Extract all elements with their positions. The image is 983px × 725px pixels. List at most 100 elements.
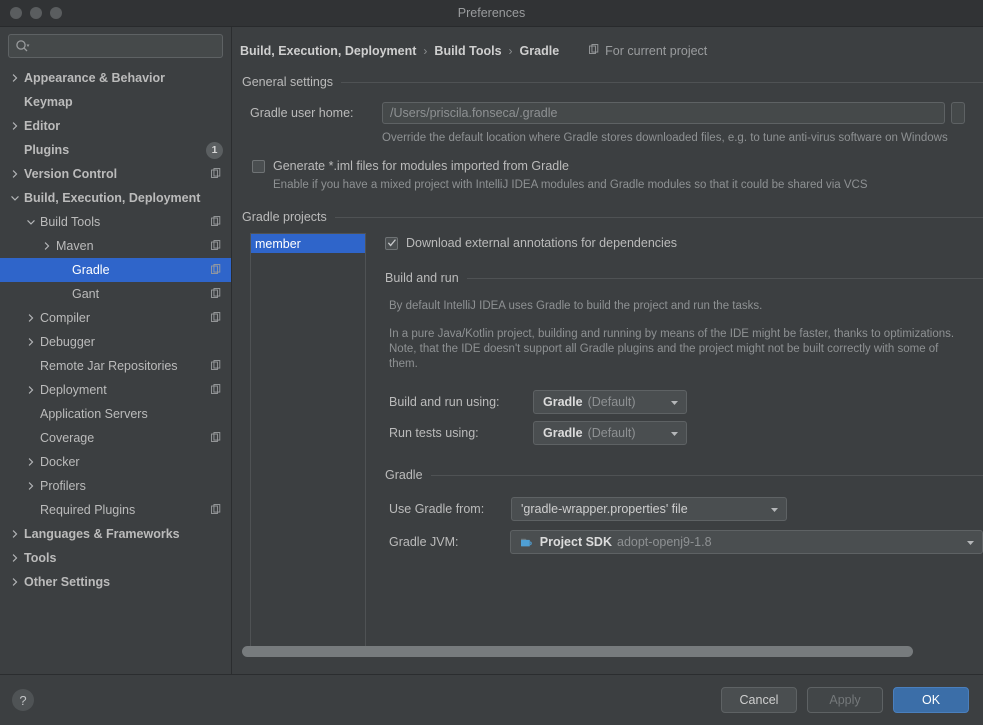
build-and-run-using-label: Build and run using: — [389, 395, 500, 409]
breadcrumb-item-2[interactable]: Build Tools — [434, 44, 501, 58]
help-button[interactable]: ? — [12, 689, 34, 711]
for-current-project-label: For current project — [605, 44, 708, 58]
chevron-right-icon[interactable] — [24, 312, 37, 325]
download-annotations-checkbox[interactable] — [385, 236, 398, 250]
sidebar-item-deployment[interactable]: Deployment — [0, 378, 231, 402]
use-gradle-from-dropdown[interactable]: 'gradle-wrapper.properties' file — [511, 497, 787, 521]
breadcrumb-separator: › — [423, 44, 428, 58]
sidebar-item-label: Editor — [24, 119, 61, 133]
project-scope-icon — [211, 264, 223, 276]
sidebar-item-keymap[interactable]: Keymap — [0, 90, 231, 114]
chevron-right-icon[interactable] — [8, 168, 21, 181]
generate-iml-checkbox-row[interactable]: Generate *.iml files for modules importe… — [252, 159, 983, 173]
gradle-jvm-label: Gradle JVM: — [389, 535, 459, 549]
sidebar-item-maven[interactable]: Maven — [0, 234, 231, 258]
group-divider — [466, 277, 983, 279]
chevron-right-icon[interactable] — [8, 576, 21, 589]
breadcrumb: Build, Execution, Deployment › Build Too… — [232, 36, 983, 66]
sidebar-item-build-execution-deployment[interactable]: Build, Execution, Deployment — [0, 186, 231, 210]
gradle-jvm-dropdown[interactable]: Project SDK adopt-openj9-1.8 — [509, 530, 983, 554]
chevron-down-icon[interactable] — [24, 216, 37, 229]
gradle-projects-list[interactable]: member — [250, 233, 366, 651]
sidebar-item-compiler[interactable]: Compiler — [0, 306, 231, 330]
sidebar-item-tools[interactable]: Tools — [0, 546, 231, 570]
horizontal-scrollbar-thumb[interactable] — [242, 646, 914, 657]
chevron-right-icon[interactable] — [24, 336, 37, 349]
use-gradle-from-label: Use Gradle from: — [389, 502, 485, 516]
run-tests-using-dropdown[interactable]: Gradle (Default) — [533, 421, 687, 445]
chevron-right-icon[interactable] — [8, 120, 21, 133]
sidebar-item-application-servers[interactable]: Application Servers — [0, 402, 231, 426]
sidebar-item-build-tools[interactable]: Build Tools — [0, 210, 231, 234]
run-tests-using-label: Run tests using: — [389, 426, 479, 440]
sidebar-item-label: Gradle — [72, 263, 110, 277]
gradle-user-home-browse-button[interactable] — [951, 102, 965, 124]
run-tests-using-value: Gradle — [543, 426, 583, 440]
gradle-user-home-placeholder: /Users/priscila.fonseca/.gradle — [390, 106, 558, 120]
horizontal-scrollbar[interactable] — [242, 646, 941, 657]
gradle-user-home-label: Gradle user home: — [250, 106, 354, 120]
sidebar-item-editor[interactable]: Editor — [0, 114, 231, 138]
sidebar-item-docker[interactable]: Docker — [0, 450, 231, 474]
sidebar-item-required-plugins[interactable]: Required Plugins — [0, 498, 231, 522]
gradle-projects-title: Gradle projects — [242, 210, 327, 224]
run-tests-using-row: Run tests using: Gradle (Default) — [389, 421, 983, 445]
generate-iml-hint: Enable if you have a mixed project with … — [273, 179, 868, 191]
sidebar-item-coverage[interactable]: Coverage — [0, 426, 231, 450]
project-scope-icon — [211, 432, 223, 444]
project-scope-icon — [211, 240, 223, 252]
sidebar-item-other-settings[interactable]: Other Settings — [0, 570, 231, 594]
build-and-run-using-suffix: (Default) — [587, 395, 636, 409]
search-input[interactable] — [30, 39, 216, 53]
sidebar-item-label: Gant — [72, 287, 100, 301]
sidebar-item-languages-frameworks[interactable]: Languages & Frameworks — [0, 522, 231, 546]
chevron-down-icon[interactable] — [8, 192, 21, 205]
breadcrumb-item-1[interactable]: Build, Execution, Deployment — [240, 44, 416, 58]
sidebar-item-gant[interactable]: Gant — [0, 282, 231, 306]
sidebar-item-version-control[interactable]: Version Control — [0, 162, 231, 186]
sidebar-item-plugins[interactable]: Plugins 1 — [0, 138, 231, 162]
cancel-button[interactable]: Cancel — [721, 687, 797, 713]
gradle-jvm-value: Project SDK — [539, 535, 612, 549]
gradle-jvm-suffix: adopt-openj9-1.8 — [617, 535, 712, 549]
sidebar-item-profilers[interactable]: Profilers — [0, 474, 231, 498]
gradle-project-name: member — [255, 236, 301, 251]
chevron-right-icon[interactable] — [8, 528, 21, 541]
chevron-right-icon[interactable] — [24, 480, 37, 493]
chevron-right-icon[interactable] — [40, 240, 53, 253]
generate-iml-checkbox[interactable] — [252, 159, 265, 173]
list-item[interactable]: member — [251, 234, 365, 253]
build-and-run-paragraph-2: In a pure Java/Kotlin project, building … — [389, 328, 955, 370]
sidebar-item-gradle[interactable]: Gradle — [0, 258, 231, 282]
title-bar: Preferences — [0, 0, 983, 27]
run-tests-using-suffix: (Default) — [587, 426, 636, 440]
sidebar-item-label: Application Servers — [40, 407, 148, 421]
chevron-right-icon[interactable] — [8, 72, 21, 85]
sidebar-item-label: Version Control — [24, 167, 118, 181]
settings-detail-pane: Build, Execution, Deployment › Build Too… — [232, 27, 983, 674]
for-current-project-indicator: For current project — [589, 44, 707, 58]
sidebar-item-label: Maven — [56, 239, 94, 253]
sidebar-item-appearance-behavior[interactable]: Appearance & Behavior — [0, 66, 231, 90]
use-gradle-from-value: 'gradle-wrapper.properties' file — [521, 502, 688, 516]
ok-button[interactable]: OK — [893, 687, 969, 713]
group-divider — [334, 216, 983, 218]
search-box[interactable] — [8, 34, 223, 58]
chevron-right-icon[interactable] — [8, 552, 21, 565]
gradle-user-home-input[interactable]: /Users/priscila.fonseca/.gradle — [382, 102, 945, 124]
sidebar-item-label: Profilers — [40, 479, 86, 493]
apply-button[interactable]: Apply — [807, 687, 883, 713]
build-and-run-using-row: Build and run using: Gradle (Default) — [389, 390, 983, 414]
sidebar-item-debugger[interactable]: Debugger — [0, 330, 231, 354]
gradle-project-settings: Download external annotations for depend… — [385, 233, 983, 651]
settings-sidebar: Appearance & Behavior Keymap Editor Plugins… — [0, 27, 232, 674]
chevron-down-icon — [769, 504, 780, 515]
chevron-right-icon[interactable] — [24, 384, 37, 397]
sidebar-item-remote-jar-repositories[interactable]: Remote Jar Repositories — [0, 354, 231, 378]
plugins-update-badge: 1 — [206, 141, 223, 159]
chevron-right-icon[interactable] — [24, 456, 37, 469]
download-annotations-row[interactable]: Download external annotations for depend… — [385, 236, 983, 250]
chevron-down-icon — [669, 428, 680, 439]
build-and-run-using-dropdown[interactable]: Gradle (Default) — [533, 390, 687, 414]
gradle-section-title: Gradle — [385, 468, 423, 482]
